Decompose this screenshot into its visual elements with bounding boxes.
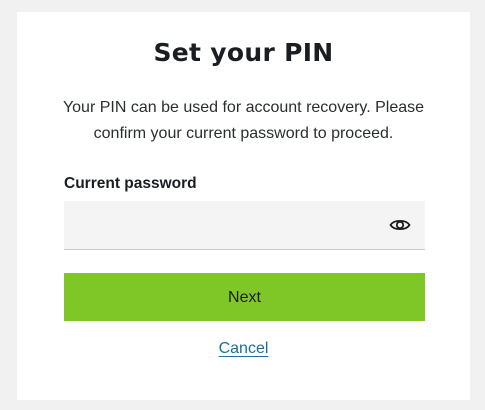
cancel-container: Cancel	[17, 340, 470, 358]
page-title: Set your PIN	[153, 38, 334, 67]
cancel-link[interactable]: Cancel	[219, 340, 269, 357]
next-button[interactable]: Next	[64, 273, 425, 321]
current-password-label: Current password	[64, 175, 197, 192]
description-text: Your PIN can be used for account recover…	[62, 99, 425, 142]
current-password-input[interactable]	[64, 201, 398, 249]
set-pin-card: Set your PIN Your PIN can be used for ac…	[17, 12, 470, 400]
eye-icon[interactable]	[389, 215, 411, 235]
current-password-field	[64, 201, 425, 250]
